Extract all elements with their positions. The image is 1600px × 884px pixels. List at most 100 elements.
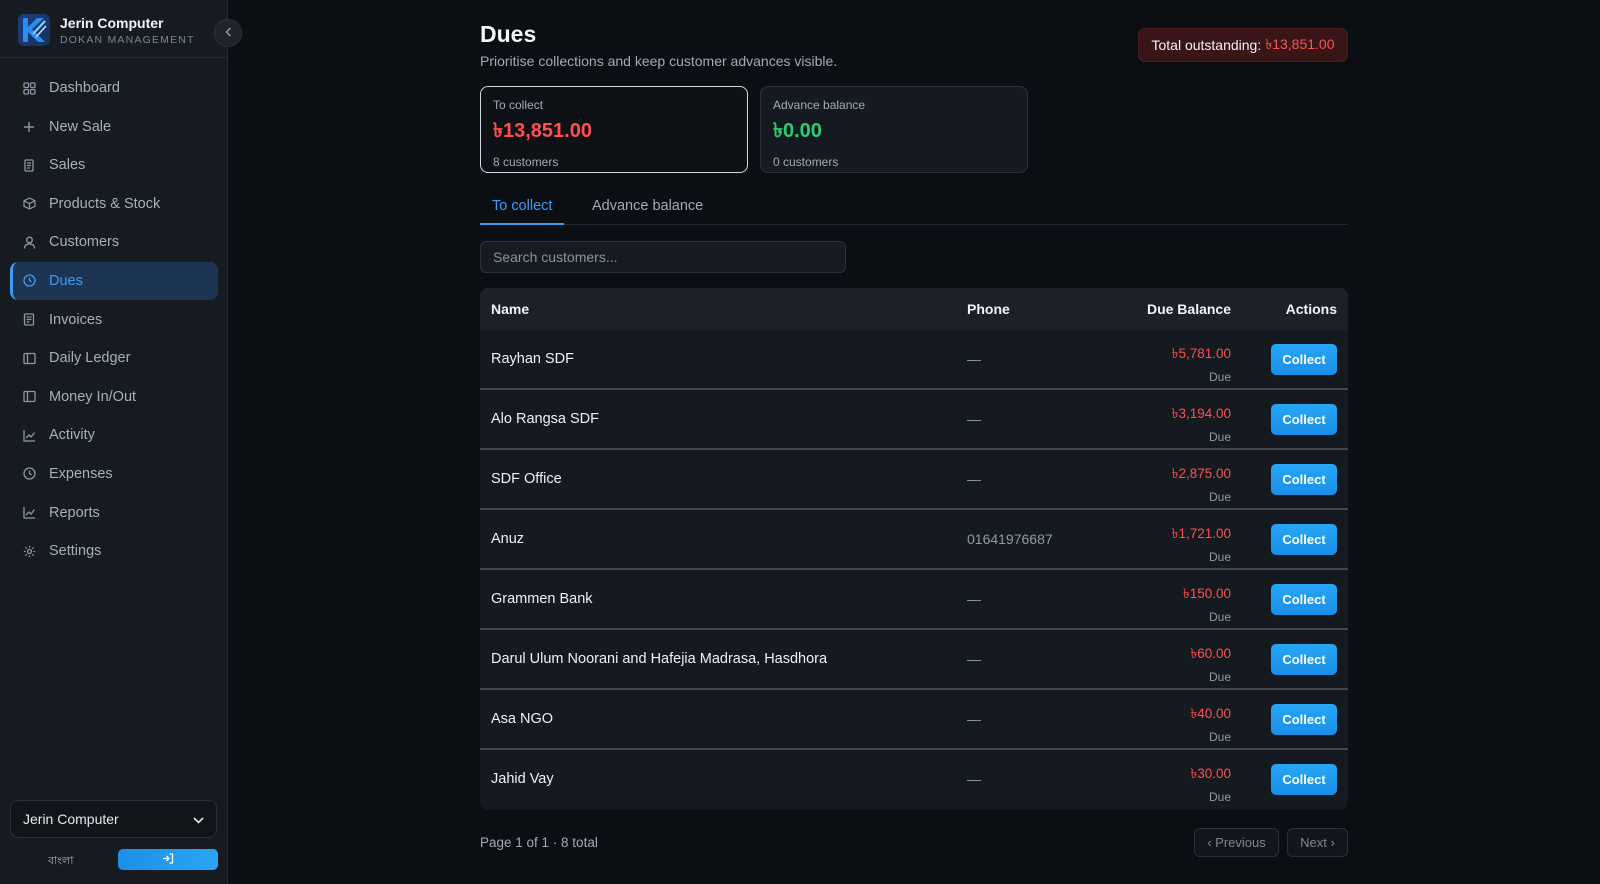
customer-name: Grammen Bank — [491, 591, 593, 607]
collect-button[interactable]: Collect — [1271, 524, 1337, 555]
customer-phone: — — [967, 771, 981, 787]
chevron-left-icon — [224, 26, 232, 40]
due-amount: ৳40.00 — [1190, 706, 1231, 721]
customer-name: Alo Rangsa SDF — [491, 411, 599, 427]
brand-logo — [18, 14, 50, 46]
due-status: Due — [1208, 670, 1231, 684]
sidebar-item-money-in-out[interactable]: Money In/Out — [10, 378, 218, 416]
sidebar-item-label: New Sale — [49, 118, 112, 135]
tabs: To collect Advance balance — [480, 188, 1348, 225]
sidebar-item-dues[interactable]: Dues — [10, 261, 218, 300]
due-amount: ৳60.00 — [1190, 646, 1231, 661]
due-amount: ৳1,721.00 — [1171, 526, 1231, 541]
sidebar-item-label: Sales — [49, 157, 86, 174]
page-title: Dues — [480, 21, 537, 47]
sidebar-item-expenses[interactable]: Expenses — [10, 455, 218, 493]
customer-phone: — — [967, 591, 981, 607]
customer-phone: — — [967, 471, 981, 487]
next-page-button[interactable]: Next › — [1287, 828, 1348, 857]
sidebar-item-sales[interactable]: Sales — [10, 146, 218, 184]
table-row: Alo Rangsa SDF — ৳3,194.00 Due Collect — [480, 390, 1348, 450]
card-amount: ৳0.00 — [773, 120, 822, 142]
sidebar-item-dashboard[interactable]: Dashboard — [10, 69, 218, 107]
dues-table: Name Phone Due Balance Actions Rayhan SD… — [480, 288, 1348, 810]
language-toggle[interactable]: বাংলা — [48, 852, 73, 871]
sidebar-item-daily-ledger[interactable]: Daily Ledger — [10, 339, 218, 377]
card-count: 0 customers — [773, 155, 839, 169]
box-icon — [22, 197, 36, 211]
login-button[interactable] — [118, 849, 218, 870]
customer-phone: — — [967, 351, 981, 367]
collect-button[interactable]: Collect — [1271, 644, 1337, 675]
sidebar-item-reports[interactable]: Reports — [10, 494, 218, 532]
due-balance: ৳2,875.00 Due — [1172, 463, 1231, 504]
customer-phone: 01641976687 — [967, 531, 1053, 547]
collapse-sidebar-button[interactable] — [214, 19, 242, 47]
shop-selector[interactable]: Jerin Computer — [10, 800, 217, 838]
due-status: Due — [1208, 730, 1231, 744]
customer-name: SDF Office — [491, 471, 562, 487]
collect-button[interactable]: Collect — [1271, 584, 1337, 615]
due-status: Due — [1208, 550, 1231, 564]
due-balance: ৳40.00 Due — [1190, 703, 1231, 744]
to-collect-card[interactable]: To collect ৳13,851.00 8 customers — [480, 86, 748, 173]
grid-icon — [22, 81, 36, 95]
chart-icon — [22, 428, 36, 442]
advance-balance-card[interactable]: Advance balance ৳0.00 0 customers — [760, 86, 1028, 173]
search-input[interactable] — [480, 241, 846, 273]
due-status: Due — [1208, 490, 1231, 504]
sidebar-item-label: Invoices — [49, 311, 103, 328]
brand-subtitle: DOKAN MANAGEMENT — [60, 33, 195, 46]
chart-icon — [22, 506, 36, 520]
sidebar-item-label: Products & Stock — [49, 195, 161, 212]
collect-button[interactable]: Collect — [1271, 764, 1337, 795]
due-status: Due — [1208, 370, 1231, 384]
due-status: Due — [1208, 430, 1231, 444]
table-row: Jahid Vay — ৳30.00 Due Collect — [480, 750, 1348, 810]
sidebar-item-customers[interactable]: Customers — [10, 223, 218, 261]
tab-to-collect[interactable]: To collect — [480, 188, 565, 225]
sidebar-item-label: Expenses — [49, 465, 113, 482]
table-row: SDF Office — ৳2,875.00 Due Collect — [480, 450, 1348, 510]
sidebar-item-label: Dues — [49, 272, 83, 289]
collect-button[interactable]: Collect — [1271, 404, 1337, 435]
clock-icon — [22, 467, 36, 481]
outstanding-label: Total outstanding: — [1151, 37, 1262, 53]
card-count: 8 customers — [493, 155, 559, 169]
sidebar: Jerin Computer DOKAN MANAGEMENT Dashboar… — [0, 0, 228, 884]
sidebar-item-products[interactable]: Products & Stock — [10, 185, 218, 223]
table-row: Rayhan SDF — ৳5,781.00 Due Collect — [480, 330, 1348, 390]
due-balance: ৳1,721.00 Due — [1172, 523, 1231, 564]
sidebar-item-activity[interactable]: Activity — [10, 416, 218, 454]
due-amount: ৳150.00 — [1182, 586, 1231, 601]
customer-phone: — — [967, 411, 981, 427]
customer-name: Asa NGO — [491, 711, 554, 727]
previous-page-button[interactable]: ‹ Previous — [1194, 828, 1279, 857]
due-balance: ৳3,194.00 Due — [1172, 403, 1231, 444]
due-amount: ৳2,875.00 — [1171, 466, 1231, 481]
table-row: Anuz 01641976687 ৳1,721.00 Due Collect — [480, 510, 1348, 570]
pagination-info: Page 1 of 1 · 8 total — [480, 835, 598, 850]
tab-advance-balance[interactable]: Advance balance — [580, 188, 715, 225]
sidebar-item-new-sale[interactable]: New Sale — [10, 108, 218, 146]
outstanding-amount: ৳13,851.00 — [1265, 36, 1335, 52]
sidebar-item-label: Customers — [49, 234, 120, 251]
sidebar-item-invoices[interactable]: Invoices — [10, 301, 218, 339]
due-balance: ৳30.00 Due — [1190, 763, 1231, 804]
collect-button[interactable]: Collect — [1271, 464, 1337, 495]
login-icon — [162, 851, 174, 869]
customer-name: Jahid Vay — [491, 771, 554, 787]
header-name: Name — [491, 301, 530, 317]
brand[interactable]: Jerin Computer DOKAN MANAGEMENT — [18, 14, 195, 46]
due-amount: ৳30.00 — [1190, 766, 1231, 781]
sidebar-item-label: Daily Ledger — [49, 350, 131, 367]
sidebar-item-settings[interactable]: Settings — [10, 532, 218, 570]
due-amount: ৳3,194.00 — [1171, 406, 1231, 421]
collect-button[interactable]: Collect — [1271, 344, 1337, 375]
clock-icon — [22, 274, 36, 288]
collect-button[interactable]: Collect — [1271, 704, 1337, 735]
card-label: To collect — [493, 98, 544, 112]
sidebar-item-label: Reports — [49, 504, 100, 521]
sidebar-divider — [0, 57, 228, 58]
user-icon — [22, 235, 36, 249]
